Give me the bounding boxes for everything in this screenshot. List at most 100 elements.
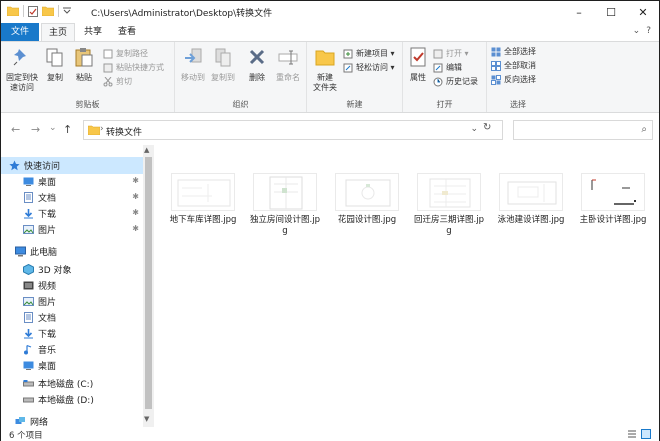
expand-ribbon-button[interactable]: ⌄ bbox=[633, 26, 641, 36]
nav-documents-pinned[interactable]: 文档 ✱ bbox=[1, 189, 143, 206]
paste-shortcut-icon bbox=[103, 63, 113, 72]
copy-to-button[interactable]: 复制到 bbox=[209, 46, 237, 83]
invert-selection-button[interactable]: 反向选择 bbox=[491, 74, 536, 85]
nav-label: 3D 对象 bbox=[38, 266, 72, 276]
search-icon: ⌕ bbox=[641, 124, 647, 135]
computer-icon bbox=[15, 246, 26, 257]
nav-videos[interactable]: 视频 bbox=[1, 277, 143, 294]
file-list: 地下车库详图.jpg 独立房间设计图.jpg 花园设计图.jpg 回迁房三期详图… bbox=[155, 145, 659, 427]
tab-view[interactable]: 查看 bbox=[111, 23, 143, 41]
open-button[interactable]: 打开 ▾ bbox=[433, 48, 469, 59]
address-dropdown-button[interactable]: ⌄ bbox=[470, 124, 478, 134]
move-to-button[interactable]: 移动到 bbox=[179, 46, 207, 83]
new-item-label: 新建项目 ▾ bbox=[356, 49, 395, 58]
nav-documents[interactable]: 文档 bbox=[1, 309, 143, 326]
cut-button[interactable]: 剪切 bbox=[103, 76, 132, 87]
open-group: 属性 打开 ▾ 编辑 历史记录 打开 bbox=[403, 42, 487, 112]
file-item[interactable]: 花园设计图.jpg bbox=[331, 173, 403, 226]
nav-music[interactable]: 音乐 bbox=[1, 341, 143, 358]
new-folder-button[interactable]: 新建 文件夹 bbox=[309, 46, 341, 93]
nav-pictures-pinned[interactable]: 图片 ✱ bbox=[1, 221, 143, 238]
recent-locations-button[interactable]: ⌄ bbox=[49, 123, 57, 133]
delete-icon bbox=[249, 49, 265, 65]
copy-button[interactable]: 复制 bbox=[43, 46, 67, 83]
edit-button[interactable]: 编辑 bbox=[433, 62, 462, 73]
invert-selection-label: 反向选择 bbox=[504, 75, 536, 84]
file-name: 主卧设计详图.jpg bbox=[579, 215, 647, 225]
select-none-label: 全部取消 bbox=[504, 61, 536, 70]
folder-icon bbox=[7, 6, 19, 16]
file-item[interactable]: 主卧设计详图.jpg bbox=[577, 173, 649, 226]
pin-icon: ✱ bbox=[132, 208, 139, 217]
properties-icon[interactable] bbox=[28, 5, 38, 17]
tab-share[interactable]: 共享 bbox=[77, 23, 109, 41]
history-button[interactable]: 历史记录 bbox=[433, 76, 478, 87]
nav-scrollbar[interactable]: ▲ ▼ bbox=[143, 145, 154, 427]
file-thumbnail bbox=[335, 173, 399, 211]
properties-icon bbox=[410, 47, 426, 67]
breadcrumb-current[interactable]: 转换文件 bbox=[106, 125, 142, 138]
nav-scrollbar-thumb[interactable] bbox=[145, 157, 152, 409]
details-view-icon[interactable] bbox=[627, 429, 637, 439]
window-title: C:\Users\Administrator\Desktop\转换文件 bbox=[91, 9, 273, 19]
customize-toolbar-icon[interactable] bbox=[63, 7, 71, 15]
copy-path-button[interactable]: 复制路径 bbox=[103, 48, 148, 59]
cube-icon bbox=[23, 264, 34, 275]
easy-access-button[interactable]: 轻松访问 ▾ bbox=[343, 62, 395, 73]
large-icons-view-icon[interactable] bbox=[641, 429, 651, 439]
tab-file[interactable]: 文件 bbox=[1, 23, 39, 41]
select-none-icon bbox=[491, 60, 501, 71]
tab-home[interactable]: 主页 bbox=[41, 23, 75, 41]
properties-button[interactable]: 属性 bbox=[405, 46, 431, 83]
file-item[interactable]: 回迁房三期详图.jpg bbox=[413, 173, 485, 237]
nav-drive-c[interactable]: 本地磁盘 (C:) bbox=[1, 375, 143, 392]
rename-label: 重命名 bbox=[276, 73, 300, 82]
address-bar[interactable]: › 转换文件 ⌄ bbox=[83, 120, 503, 140]
paste-button[interactable]: 粘贴 bbox=[71, 46, 97, 83]
delete-button[interactable]: 删除 bbox=[245, 46, 269, 83]
pin-icon: ✱ bbox=[132, 192, 139, 201]
minimize-button[interactable]: – bbox=[563, 1, 595, 23]
nav-downloads-pinned[interactable]: 下载 ✱ bbox=[1, 205, 143, 222]
search-box[interactable]: ⌕ bbox=[513, 120, 653, 140]
breadcrumb-chevron[interactable]: › bbox=[100, 124, 104, 134]
select-all-button[interactable]: 全部选择 bbox=[491, 46, 536, 57]
nav-pictures[interactable]: 图片 bbox=[1, 293, 143, 310]
nav-drive-d[interactable]: 本地磁盘 (D:) bbox=[1, 391, 143, 408]
forward-button[interactable]: → bbox=[31, 123, 40, 136]
drive-icon bbox=[23, 397, 34, 403]
nav-label: 视频 bbox=[38, 282, 57, 292]
file-item[interactable]: 地下车库详图.jpg bbox=[167, 173, 239, 226]
file-name: 回迁房三期详图.jpg bbox=[414, 215, 484, 236]
documents-icon bbox=[24, 312, 33, 323]
nav-desktop[interactable]: 桌面 bbox=[1, 357, 143, 374]
help-button[interactable]: ? bbox=[646, 26, 651, 36]
file-item[interactable]: 泳池建设详图.jpg bbox=[495, 173, 567, 226]
up-button[interactable]: ↑ bbox=[63, 123, 72, 136]
nav-3d-objects[interactable]: 3D 对象 bbox=[1, 261, 143, 278]
file-item[interactable]: 独立房间设计图.jpg bbox=[249, 173, 321, 237]
select-none-button[interactable]: 全部取消 bbox=[491, 60, 536, 71]
new-folder-icon bbox=[315, 50, 335, 66]
new-item-button[interactable]: 新建项目 ▾ bbox=[343, 48, 395, 59]
divider bbox=[23, 5, 24, 17]
pin-quick-access-button[interactable]: 固定到快 速访问 bbox=[5, 46, 39, 93]
maximize-button[interactable]: ☐ bbox=[595, 1, 627, 23]
scroll-down-arrow-icon[interactable]: ▼ bbox=[144, 415, 149, 423]
nav-quick-access[interactable]: 快速访问 bbox=[1, 157, 143, 174]
paste-shortcut-button[interactable]: 粘贴快捷方式 bbox=[103, 62, 164, 73]
new-folder-icon[interactable] bbox=[42, 6, 54, 16]
nav-desktop-pinned[interactable]: 桌面 ✱ bbox=[1, 173, 143, 190]
rename-button[interactable]: 重命名 bbox=[273, 46, 303, 83]
nav-downloads[interactable]: 下载 bbox=[1, 325, 143, 342]
back-button[interactable]: ← bbox=[11, 123, 20, 136]
nav-this-pc[interactable]: 此电脑 bbox=[1, 243, 143, 260]
star-icon bbox=[9, 160, 20, 171]
close-button[interactable]: ✕ bbox=[627, 1, 659, 23]
blueprint-thumbnail-icon bbox=[177, 179, 231, 207]
network-icon bbox=[15, 417, 25, 424]
scroll-up-arrow-icon[interactable]: ▲ bbox=[144, 146, 149, 154]
clipboard-group-label: 剪贴板 bbox=[75, 100, 100, 109]
address-row: ← → ⌄ ↑ › 转换文件 ⌄ ↻ ⌕ bbox=[1, 115, 659, 145]
refresh-button[interactable]: ↻ bbox=[483, 122, 491, 133]
